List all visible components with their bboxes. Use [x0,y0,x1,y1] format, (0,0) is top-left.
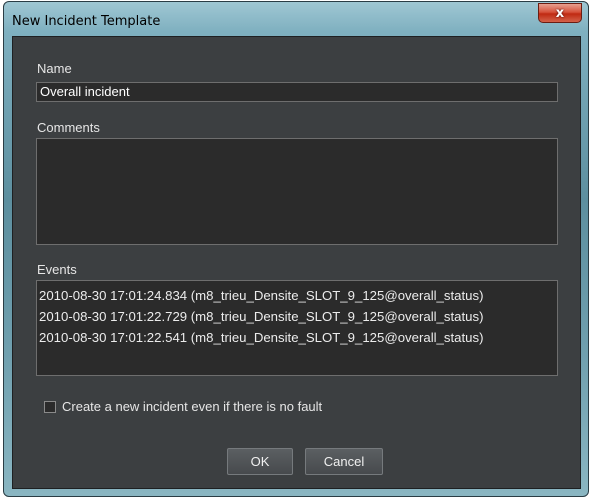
dialog-content: Name Overall incident Comments Events 20… [12,36,581,489]
title-bar[interactable]: New Incident Template x [4,2,588,36]
create-new-incident-label: Create a new incident even if there is n… [62,399,323,414]
cancel-button[interactable]: Cancel [305,448,383,475]
event-item[interactable]: 2010-08-30 17:01:22.541 (m8_trieu_Densit… [37,327,557,348]
ok-button[interactable]: OK [227,448,293,475]
events-list[interactable]: 2010-08-30 17:01:24.834 (m8_trieu_Densit… [36,280,558,376]
window-title: New Incident Template [12,14,161,29]
events-label: Events [37,262,77,277]
event-item[interactable]: 2010-08-30 17:01:24.834 (m8_trieu_Densit… [37,285,557,306]
dialog-window: New Incident Template x Name Overall inc… [3,1,589,497]
name-field[interactable]: Overall incident [36,82,558,102]
event-item[interactable]: 2010-08-30 17:01:22.729 (m8_trieu_Densit… [37,306,557,327]
create-new-incident-option[interactable]: Create a new incident even if there is n… [44,399,322,414]
create-new-incident-checkbox[interactable] [44,400,56,413]
comments-textarea[interactable] [36,138,558,245]
close-button[interactable]: x [538,3,582,23]
comments-label: Comments [37,120,100,135]
close-icon: x [555,5,565,21]
name-label: Name [37,61,72,76]
